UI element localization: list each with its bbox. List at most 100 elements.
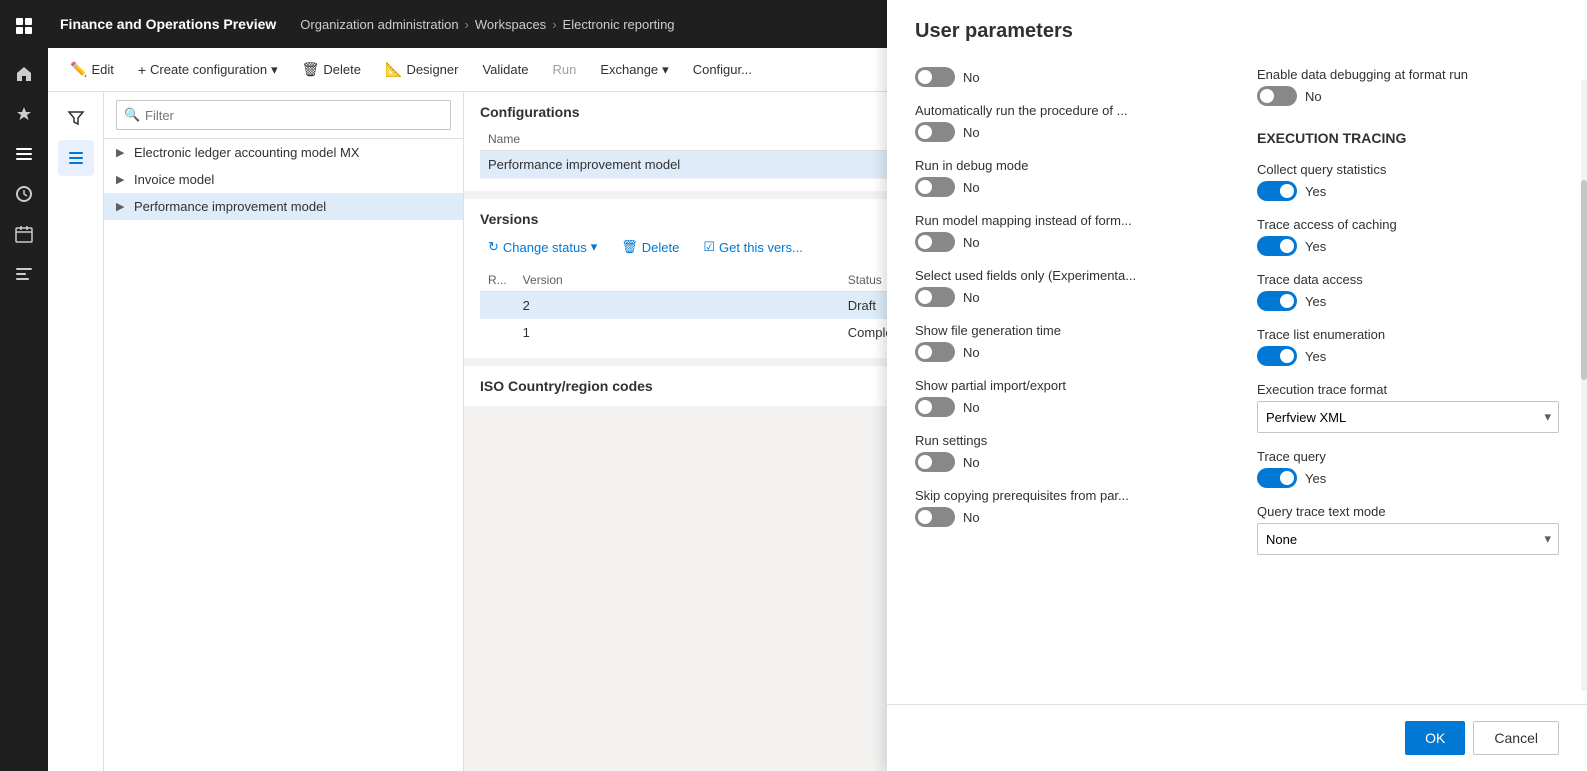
breadcrumb-item-2[interactable]: Workspaces bbox=[475, 17, 546, 32]
toggle-text-6: No bbox=[963, 345, 980, 360]
sidebar-panel bbox=[48, 92, 104, 771]
toggle-slider-3 bbox=[915, 177, 955, 197]
breadcrumb-item-1[interactable]: Organization administration bbox=[300, 17, 458, 32]
collect-query-stats-toggle[interactable] bbox=[1257, 181, 1297, 201]
favorites-icon[interactable] bbox=[6, 96, 42, 132]
breadcrumb-item-3[interactable]: Electronic reporting bbox=[563, 17, 675, 32]
toggle-row-7: Show partial import/export No bbox=[915, 378, 1217, 417]
toggle-group-7: No bbox=[915, 397, 1217, 417]
toggle-1[interactable] bbox=[915, 67, 955, 87]
toggle-4[interactable] bbox=[915, 232, 955, 252]
query-trace-text-mode-label: Query trace text mode bbox=[1257, 504, 1559, 519]
enable-debug-label: Enable data debugging at format run bbox=[1257, 67, 1559, 82]
user-parameters-panel: User parameters No Automatically run the… bbox=[887, 0, 1587, 771]
toggle-row-1: No bbox=[915, 67, 1217, 87]
collect-query-stats-slider bbox=[1257, 181, 1297, 201]
modules-icon[interactable] bbox=[6, 136, 42, 172]
trace-access-caching-label: Trace access of caching bbox=[1257, 217, 1559, 232]
trace-data-access-slider bbox=[1257, 291, 1297, 311]
get-this-version-button[interactable]: ☑ Get this vers... bbox=[695, 235, 810, 259]
toggle-group-9: No bbox=[915, 507, 1217, 527]
toggle-slider-1 bbox=[915, 67, 955, 87]
toggle-group-3: No bbox=[915, 177, 1217, 197]
collect-query-stats-group: Yes bbox=[1257, 181, 1559, 201]
list-icon[interactable] bbox=[6, 256, 42, 292]
toggle-slider-7 bbox=[915, 397, 955, 417]
toggle-row-5: Select used fields only (Experimenta... … bbox=[915, 268, 1217, 307]
trace-query-toggle[interactable] bbox=[1257, 468, 1297, 488]
trace-query-text: Yes bbox=[1305, 471, 1326, 486]
tree-item-1[interactable]: ▶ Electronic ledger accounting model MX bbox=[104, 139, 463, 166]
plus-icon: + bbox=[138, 62, 146, 78]
trace-list-enum-toggle[interactable] bbox=[1257, 346, 1297, 366]
toggle-slider-2 bbox=[915, 122, 955, 142]
ver-r-1 bbox=[480, 292, 515, 320]
toggle-label-4: Run model mapping instead of form... bbox=[915, 213, 1217, 228]
enable-debug-toggle[interactable] bbox=[1257, 86, 1297, 106]
toggle-9[interactable] bbox=[915, 507, 955, 527]
trace-access-caching-row: Trace access of caching Yes bbox=[1257, 217, 1559, 256]
home-icon[interactable] bbox=[6, 56, 42, 92]
trace-list-enum-row: Trace list enumeration Yes bbox=[1257, 327, 1559, 366]
validate-button[interactable]: Validate bbox=[472, 56, 538, 83]
filter-input[interactable] bbox=[116, 100, 451, 130]
toggle-label-8: Run settings bbox=[915, 433, 1217, 448]
ver-col-r: R... bbox=[480, 269, 515, 292]
trace-list-enum-slider bbox=[1257, 346, 1297, 366]
toggle-2[interactable] bbox=[915, 122, 955, 142]
ver-version-1: 2 bbox=[515, 292, 840, 320]
configure-button[interactable]: Configur... bbox=[683, 56, 762, 83]
user-parameters-footer: OK Cancel bbox=[887, 704, 1587, 771]
enable-debug-group: No bbox=[1257, 86, 1559, 106]
trace-access-caching-toggle[interactable] bbox=[1257, 236, 1297, 256]
exec-trace-format-select[interactable]: Perfview XML XML JSON bbox=[1257, 401, 1559, 433]
filter-bar: 🔍 bbox=[104, 92, 463, 139]
trace-list-enum-label: Trace list enumeration bbox=[1257, 327, 1559, 342]
toggle-8[interactable] bbox=[915, 452, 955, 472]
query-trace-text-mode-field: Query trace text mode None Short Full bbox=[1257, 504, 1559, 555]
toggle-5[interactable] bbox=[915, 287, 955, 307]
toggle-6[interactable] bbox=[915, 342, 955, 362]
query-trace-text-mode-select[interactable]: None Short Full bbox=[1257, 523, 1559, 555]
ok-button[interactable]: OK bbox=[1405, 721, 1465, 755]
trace-access-caching-slider bbox=[1257, 236, 1297, 256]
tree-item-label-2: Invoice model bbox=[134, 172, 214, 187]
calendar-icon[interactable] bbox=[6, 216, 42, 252]
user-parameters-title: User parameters bbox=[887, 0, 1587, 43]
apps-icon[interactable] bbox=[6, 8, 42, 44]
create-config-button[interactable]: + Create configuration ▾ bbox=[128, 56, 288, 84]
tree-item-3[interactable]: ▶ Performance improvement model bbox=[104, 193, 463, 220]
refresh-icon: ↻ bbox=[488, 239, 499, 255]
toggle-group-4: No bbox=[915, 232, 1217, 252]
ver-version-2: 1 bbox=[515, 319, 840, 346]
trace-data-access-toggle[interactable] bbox=[1257, 291, 1297, 311]
designer-button[interactable]: 📐 Designer bbox=[375, 55, 468, 84]
toggle-7[interactable] bbox=[915, 397, 955, 417]
create-config-chevron: ▾ bbox=[271, 62, 278, 78]
left-navigation bbox=[0, 0, 48, 771]
sidebar-filter-icon[interactable] bbox=[58, 100, 94, 136]
toggle-label-9: Skip copying prerequisites from par... bbox=[915, 488, 1217, 503]
versions-delete-button[interactable]: 🗑 Delete bbox=[613, 235, 687, 259]
edit-button[interactable]: ✏️ Edit bbox=[60, 55, 124, 84]
chevron-icon-1: ▶ bbox=[116, 146, 128, 159]
sidebar-list-icon[interactable] bbox=[58, 140, 94, 176]
tree-item-2[interactable]: ▶ Invoice model bbox=[104, 166, 463, 193]
collect-query-stats-row: Collect query statistics Yes bbox=[1257, 162, 1559, 201]
exchange-button[interactable]: Exchange ▾ bbox=[590, 56, 678, 84]
toggle-3[interactable] bbox=[915, 177, 955, 197]
cancel-button[interactable]: Cancel bbox=[1473, 721, 1559, 755]
trace-data-access-text: Yes bbox=[1305, 294, 1326, 309]
run-button[interactable]: Run bbox=[542, 56, 586, 83]
recent-icon[interactable] bbox=[6, 176, 42, 212]
trash-icon: 🗑 bbox=[621, 239, 638, 255]
breadcrumb-sep-1: › bbox=[465, 17, 469, 32]
delete-icon: 🗑 bbox=[302, 61, 320, 78]
change-status-button[interactable]: ↻ Change status ▾ bbox=[480, 235, 605, 259]
change-status-chevron: ▾ bbox=[591, 239, 598, 255]
trace-data-access-label: Trace data access bbox=[1257, 272, 1559, 287]
toggle-text-1: No bbox=[963, 70, 980, 85]
toggle-slider-8 bbox=[915, 452, 955, 472]
scrollbar-thumb[interactable] bbox=[1581, 180, 1587, 380]
delete-button[interactable]: 🗑 Delete bbox=[292, 55, 371, 84]
